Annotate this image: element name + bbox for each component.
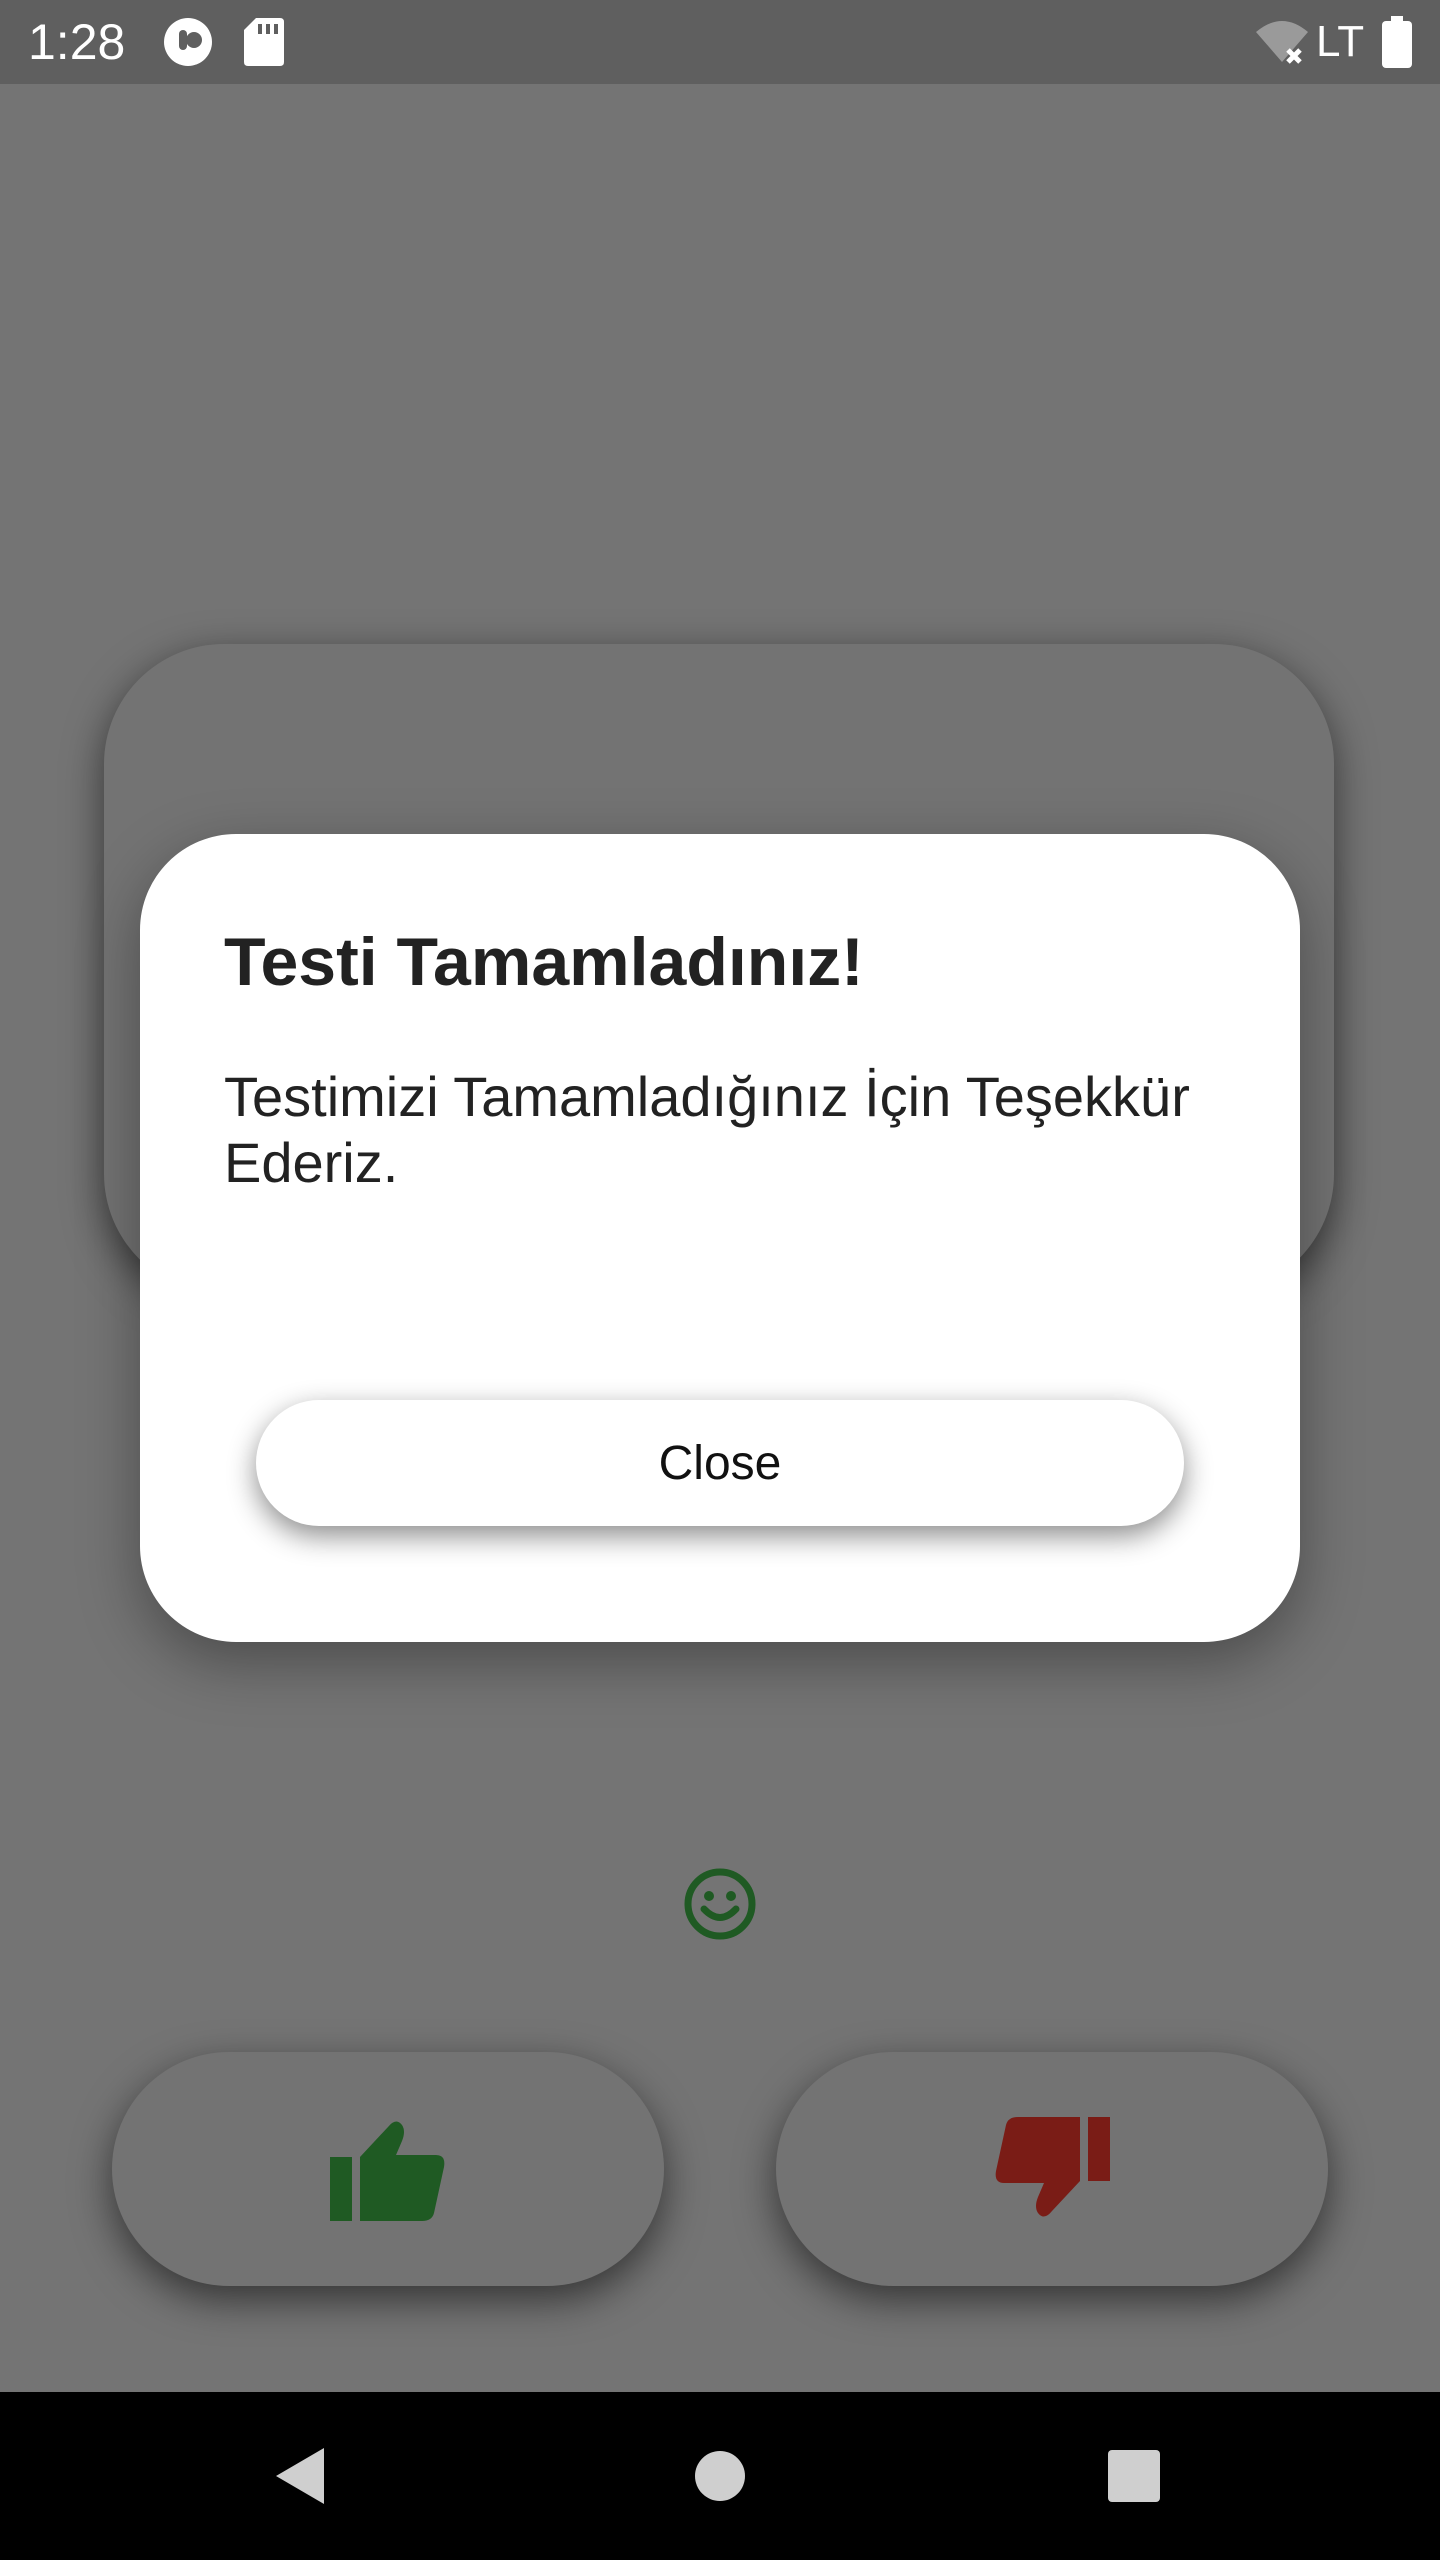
battery-icon — [1382, 16, 1412, 68]
dialog-title: Testi Tamamladınız! — [224, 924, 864, 1000]
network-type-label: LTE — [1316, 18, 1366, 66]
smiley-icon — [684, 1868, 756, 1940]
completion-dialog: Testi Tamamladınız! Testimizi Tamamladığ… — [140, 834, 1300, 1642]
dislike-button[interactable] — [776, 2052, 1328, 2286]
recents-icon — [1108, 2450, 1160, 2502]
home-icon — [695, 2451, 745, 2501]
back-icon — [276, 2448, 324, 2504]
like-button[interactable] — [112, 2052, 664, 2286]
status-time: 1:28 — [28, 14, 126, 70]
sd-card-icon — [244, 18, 284, 66]
dialog-message: Testimizi Tamamladığınız İçin Teşekkür E… — [224, 1065, 1190, 1194]
wifi-off-icon — [1256, 21, 1308, 64]
nav-back-button[interactable] — [250, 2392, 350, 2560]
app-notification-icon — [164, 18, 212, 66]
thumbs-up-icon — [330, 2121, 445, 2221]
status-bar: 1:28 LTE — [0, 0, 1440, 84]
nav-home-button[interactable] — [670, 2392, 770, 2560]
navigation-bar — [0, 2392, 1440, 2560]
close-button[interactable]: Close — [256, 1400, 1184, 1526]
nav-recents-button[interactable] — [1084, 2392, 1184, 2560]
thumbs-down-icon — [995, 2117, 1110, 2217]
